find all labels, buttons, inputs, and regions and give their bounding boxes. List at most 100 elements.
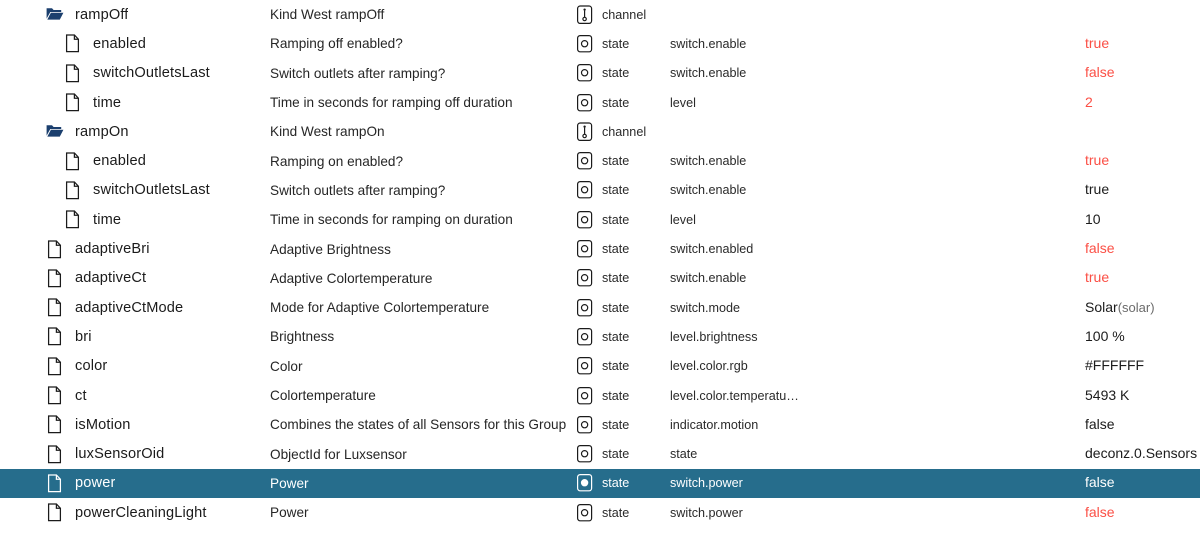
row-value-cell[interactable]: deconz.0.Sensors [1085, 445, 1200, 463]
state-icon[interactable] [575, 297, 595, 319]
object-description: Switch outlets after ramping? [270, 65, 446, 81]
object-description: Power [270, 505, 309, 521]
row-value-cell[interactable]: 5493 K [1085, 387, 1200, 405]
object-description: Adaptive Colortemperature [270, 270, 433, 286]
row-value-cell[interactable]: false [1085, 504, 1200, 522]
row-name-cell[interactable]: switchOutletsLast [0, 63, 270, 84]
state-icon[interactable] [575, 385, 595, 407]
state-icon[interactable] [575, 355, 595, 377]
row-name-cell[interactable]: power [0, 473, 270, 494]
object-kind: state [602, 359, 630, 374]
row-name-cell[interactable]: rampOff [0, 4, 270, 25]
row-name-cell[interactable]: adaptiveCtMode [0, 297, 270, 318]
state-icon[interactable] [575, 209, 595, 231]
row-value-cell[interactable]: true [1085, 152, 1200, 170]
object-kind: state [602, 417, 630, 432]
object-name: switchOutletsLast [93, 182, 210, 199]
state-value: true [1085, 181, 1110, 198]
state-icon[interactable] [575, 326, 595, 348]
object-kind: state [602, 476, 630, 491]
row-value-cell[interactable]: false [1085, 474, 1200, 492]
table-row[interactable]: ct Colortemperature state level.color.tempe… [0, 381, 1200, 410]
row-name-cell[interactable]: powerCleaningLight [0, 502, 270, 523]
table-row[interactable]: time Time in seconds for ramping off dura… [0, 88, 1200, 117]
table-row[interactable]: adaptiveCtMode Mode for Adaptive Colortem… [0, 293, 1200, 322]
state-icon[interactable] [575, 33, 595, 55]
table-row[interactable]: isMotion Combines the states of all Senso… [0, 410, 1200, 439]
row-name-cell[interactable]: ct [0, 385, 270, 406]
folder-icon[interactable] [46, 4, 64, 25]
table-row[interactable]: color Color state level.color.rgb #FFFFFF [0, 352, 1200, 381]
table-row[interactable]: power Power state switch.power false [0, 468, 1200, 499]
row-name-cell[interactable]: adaptiveBri [0, 239, 270, 260]
row-name-cell[interactable]: time [0, 92, 270, 113]
row-name-cell[interactable]: color [0, 356, 270, 377]
table-row[interactable]: rampOn Kind West rampOn channel [0, 117, 1200, 146]
channel-icon[interactable] [575, 121, 595, 143]
row-description-cell: Combines the states of all Sensors for t… [270, 417, 570, 432]
state-value: #FFFFFF [1085, 357, 1145, 374]
row-name-cell[interactable]: time [0, 209, 270, 230]
row-value-cell[interactable]: 100 % [1085, 328, 1200, 346]
object-name: power [75, 475, 116, 492]
row-description-cell: Power [270, 505, 570, 520]
state-value: false [1085, 64, 1115, 81]
state-icon[interactable] [575, 238, 595, 260]
state-icon[interactable] [575, 414, 595, 436]
state-icon[interactable] [575, 443, 595, 465]
object-role: switch.enable [670, 183, 747, 198]
row-value-cell[interactable]: 2 [1085, 94, 1200, 112]
table-row[interactable]: adaptiveCt Adaptive Colortemperature state… [0, 264, 1200, 293]
object-role: switch.mode [670, 300, 740, 315]
object-description: Time in seconds for ramping off duration [270, 95, 513, 111]
row-value-cell[interactable]: 10 [1085, 211, 1200, 229]
row-value-cell[interactable]: false [1085, 240, 1200, 258]
row-name-cell[interactable]: luxSensorOid [0, 444, 270, 465]
row-name-cell[interactable]: switchOutletsLast [0, 180, 270, 201]
table-row[interactable]: bri Brightness state level.brightness 100 % [0, 322, 1200, 351]
object-name: bri [75, 328, 92, 345]
table-row[interactable]: rampOff Kind West rampOff channel [0, 0, 1200, 29]
table-row[interactable]: powerCleaningLight Power state switch.power… [0, 498, 1200, 527]
state-value: true [1085, 152, 1110, 169]
row-role-cell: state level [570, 209, 800, 231]
row-name-cell[interactable]: adaptiveCt [0, 268, 270, 289]
row-value-cell[interactable]: true [1085, 35, 1200, 53]
state-icon[interactable] [575, 150, 595, 172]
row-name-cell[interactable]: rampOn [0, 121, 270, 142]
state-icon[interactable] [575, 62, 595, 84]
table-row[interactable]: switchOutletsLast Switch outlets after ra… [0, 176, 1200, 205]
row-value-cell[interactable]: true [1085, 269, 1200, 287]
table-row[interactable]: enabled Ramping off enabled? state switch.e… [0, 29, 1200, 58]
state-value: 100 % [1085, 327, 1125, 344]
state-icon[interactable] [575, 92, 595, 114]
row-name-cell[interactable]: bri [0, 326, 270, 347]
state-icon-filled[interactable] [575, 472, 595, 494]
state-value: Solar [1085, 298, 1118, 315]
object-kind: state [602, 242, 630, 257]
object-role: switch.enable [670, 271, 747, 286]
row-name-cell[interactable]: enabled [0, 33, 270, 54]
folder-icon[interactable] [46, 121, 64, 142]
object-description: Time in seconds for ramping on duration [270, 212, 513, 228]
object-tree-table[interactable]: rampOff Kind West rampOff channel enabled Ra… [0, 0, 1200, 534]
table-row[interactable]: switchOutletsLast Switch outlets after ra… [0, 59, 1200, 88]
row-value-cell[interactable]: true [1085, 181, 1200, 199]
object-kind: state [602, 329, 630, 344]
table-row[interactable]: enabled Ramping on enabled? state switch.en… [0, 146, 1200, 175]
table-row[interactable]: adaptiveBri Adaptive Brightness state switc… [0, 234, 1200, 263]
row-value-cell[interactable]: false [1085, 64, 1200, 82]
state-icon[interactable] [575, 179, 595, 201]
object-name: adaptiveCt [75, 270, 147, 287]
channel-icon[interactable] [575, 4, 595, 26]
state-icon[interactable] [575, 502, 595, 524]
row-value-cell[interactable]: #FFFFFF [1085, 357, 1200, 375]
row-value-cell[interactable]: false [1085, 416, 1200, 434]
table-row[interactable]: luxSensorOid ObjectId for Luxsensor state s… [0, 439, 1200, 468]
state-icon[interactable] [575, 267, 595, 289]
row-name-cell[interactable]: enabled [0, 151, 270, 172]
row-role-cell: channel [570, 121, 800, 143]
table-row[interactable]: time Time in seconds for ramping on durat… [0, 205, 1200, 234]
row-value-cell[interactable]: Solar(solar) [1085, 299, 1200, 317]
row-name-cell[interactable]: isMotion [0, 414, 270, 435]
